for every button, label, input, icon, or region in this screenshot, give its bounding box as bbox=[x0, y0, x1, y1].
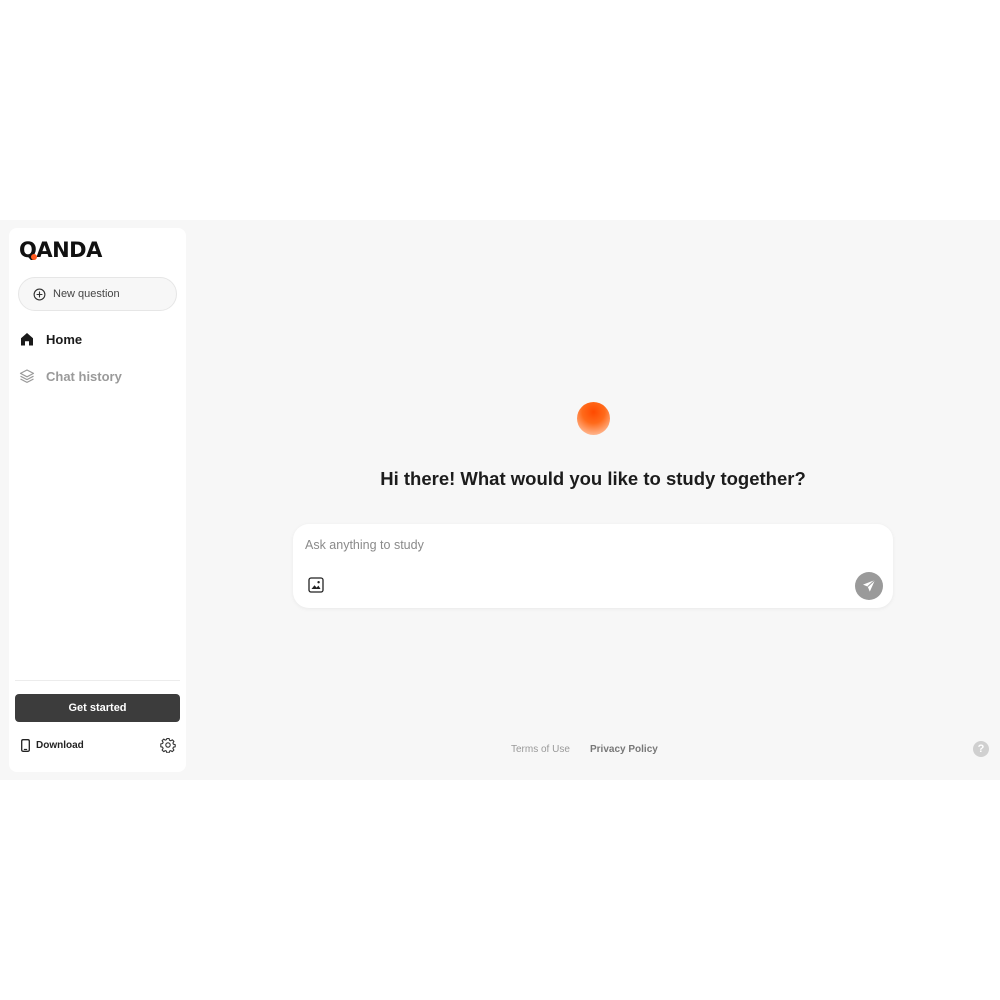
assistant-orb bbox=[577, 402, 610, 435]
sidebar-item-chat-history[interactable]: Chat history bbox=[19, 365, 122, 387]
terms-link[interactable]: Terms of Use bbox=[511, 744, 570, 755]
qanda-logo[interactable]: Q ANDA bbox=[19, 238, 102, 262]
app-window: Q ANDA New question Home Chat history Get… bbox=[0, 220, 1000, 780]
ask-box bbox=[293, 524, 893, 608]
new-question-button[interactable]: New question bbox=[18, 277, 177, 311]
image-icon[interactable] bbox=[308, 577, 324, 593]
layers-icon bbox=[19, 369, 35, 383]
privacy-link[interactable]: Privacy Policy bbox=[590, 744, 658, 755]
sidebar-divider bbox=[15, 680, 180, 681]
gear-icon[interactable] bbox=[160, 737, 176, 753]
sidebar: Q ANDA New question Home Chat history Get… bbox=[9, 228, 186, 772]
plus-circle-icon bbox=[33, 288, 46, 300]
page-title: Hi there! What would you like to study t… bbox=[380, 468, 806, 489]
send-icon bbox=[863, 579, 876, 592]
send-button[interactable] bbox=[855, 572, 883, 600]
home-icon bbox=[21, 333, 33, 346]
sidebar-item-label: Home bbox=[46, 331, 83, 347]
new-question-label: New question bbox=[53, 288, 120, 300]
get-started-button[interactable]: Get started bbox=[15, 694, 180, 722]
phone-icon bbox=[21, 738, 30, 752]
logo-text: ANDA bbox=[36, 238, 102, 262]
sidebar-item-home[interactable]: Home bbox=[19, 328, 82, 350]
sidebar-item-label: Chat history bbox=[46, 368, 122, 384]
ask-input[interactable] bbox=[305, 536, 845, 554]
download-link[interactable]: Download bbox=[21, 737, 84, 753]
download-label: Download bbox=[36, 739, 84, 751]
logo-q: Q bbox=[19, 238, 38, 262]
help-icon[interactable]: ? bbox=[973, 741, 989, 757]
